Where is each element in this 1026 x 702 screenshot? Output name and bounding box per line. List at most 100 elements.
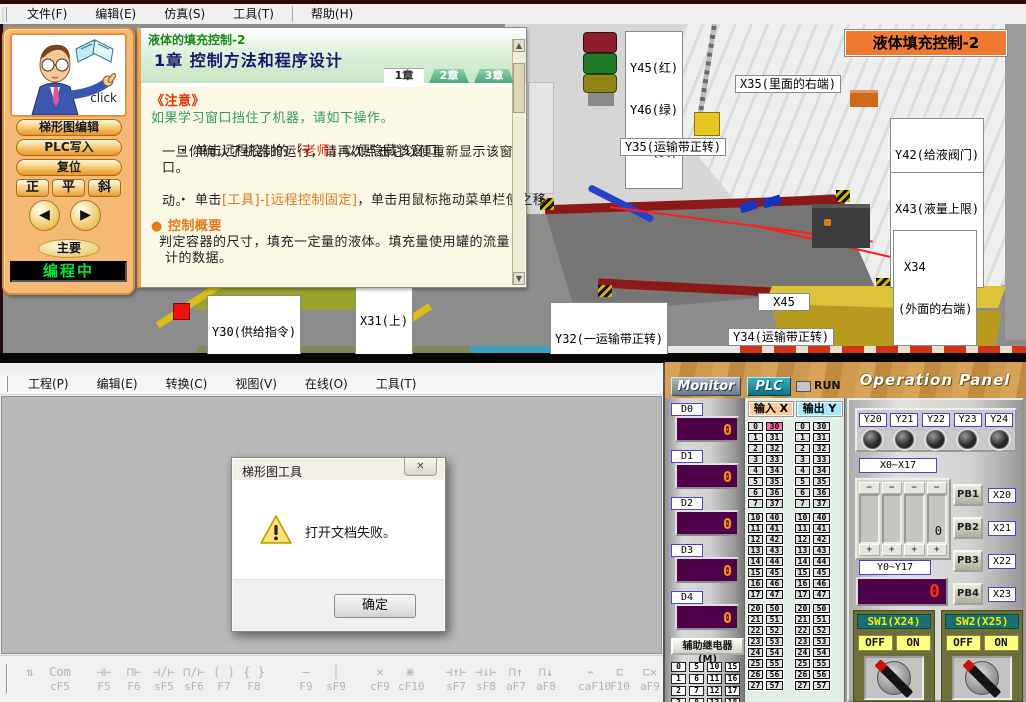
- menubar-grip[interactable]: [2, 7, 7, 22]
- ladder-tool-button[interactable]: ✕cF9: [368, 665, 392, 693]
- ladder-symbol-icon: Com: [48, 665, 72, 680]
- ladder-tool-button[interactable]: ⌁caF10: [578, 665, 602, 693]
- io-row: 12421242: [748, 535, 833, 544]
- ladder-edit-button[interactable]: 梯形图编辑: [16, 119, 122, 136]
- ladder-tool-button[interactable]: ⋇cF10: [398, 665, 422, 693]
- ladder-menu-item[interactable]: 在线(O): [291, 374, 362, 394]
- scroll-down-icon[interactable]: ▼: [513, 272, 525, 285]
- ladder-tool-button[interactable]: ⊏F10: [608, 665, 632, 693]
- push-button[interactable]: PB2: [953, 517, 983, 539]
- rotary-switch[interactable]: [952, 656, 1012, 700]
- view-front-button[interactable]: 正: [16, 179, 49, 197]
- dsw-plus-button[interactable]: +: [927, 544, 948, 556]
- ladder-tool-button[interactable]: ⊓⊢F6: [122, 665, 146, 693]
- m-relay-cell[interactable]: 8: [689, 698, 704, 702]
- menu-separator: [292, 6, 293, 22]
- aux-relay-button[interactable]: 辅助继电器(M): [671, 638, 744, 655]
- ladder-tool-button[interactable]: ⊣⊢F5: [92, 665, 116, 693]
- m-relay-cell[interactable]: 13: [707, 698, 722, 702]
- menubar-item[interactable]: 文件(F): [13, 4, 81, 24]
- m-relay-cell[interactable]: 12: [707, 686, 722, 696]
- m-relay-cell[interactable]: 1: [671, 674, 686, 684]
- dialog-close-button[interactable]: ✕: [404, 458, 437, 476]
- dsw-plus-button[interactable]: +: [859, 544, 880, 556]
- label-line: Y32(一运输带正转): [555, 332, 663, 346]
- ladder-tool-button[interactable]: ⊓↓aF8: [534, 665, 558, 693]
- input-cell: 10: [748, 513, 763, 522]
- prev-button[interactable]: ◀: [29, 200, 60, 231]
- push-button[interactable]: PB1: [953, 484, 983, 506]
- scrollbar-thumb[interactable]: [513, 63, 525, 113]
- ladder-symbol-icon: ( ): [212, 665, 236, 680]
- ladder-tool-button[interactable]: ⊣/⊢sF5: [152, 665, 176, 693]
- rotary-switch[interactable]: [864, 656, 924, 700]
- toolbar-grip[interactable]: [6, 664, 8, 694]
- label-line: X31(上): [360, 314, 408, 328]
- main-button[interactable]: 主要: [38, 239, 100, 258]
- menubar-item[interactable]: 仿真(S): [150, 4, 219, 24]
- ladder-tool-button[interactable]: ⊓↑aF7: [504, 665, 528, 693]
- main-menubar: 文件(F)编辑(E)仿真(S)工具(T) 帮助(H): [0, 4, 1026, 25]
- ladder-symbol-icon: ✕: [368, 665, 392, 680]
- ladder-tool-button[interactable]: ⊣↑⊢sF7: [444, 665, 468, 693]
- io-row: 535535: [748, 477, 833, 486]
- ladder-tool-button[interactable]: —F9: [294, 665, 318, 693]
- m-relay-cell[interactable]: 15: [725, 662, 740, 672]
- dsw-minus-button[interactable]: −: [859, 482, 880, 494]
- ladder-tool-button[interactable]: ⊏✕aF9: [638, 665, 662, 693]
- tab-chapter2[interactable]: 2章: [429, 69, 469, 83]
- plc-write-button[interactable]: PLC写入: [16, 139, 122, 156]
- push-button[interactable]: PB3: [953, 550, 983, 572]
- ok-button[interactable]: 确定: [334, 594, 416, 618]
- view-oblique-button[interactable]: 斜: [88, 179, 121, 197]
- dsw-minus-button[interactable]: −: [904, 482, 925, 494]
- ladder-menu-item[interactable]: 转换(C): [152, 374, 222, 394]
- dsw-minus-button[interactable]: −: [927, 482, 948, 494]
- m-relay-cell[interactable]: 7: [689, 686, 704, 696]
- m-relay-cell[interactable]: 2: [671, 686, 686, 696]
- dsw-plus-button[interactable]: +: [904, 544, 925, 556]
- ladder-tool-button[interactable]: { }F8: [242, 665, 266, 693]
- m-relay-cell[interactable]: 17: [725, 686, 740, 696]
- m-relay-cell[interactable]: 3: [671, 698, 686, 702]
- m-relay-cell[interactable]: 16: [725, 674, 740, 684]
- menubar-item[interactable]: 工具(T): [219, 4, 288, 24]
- ladder-menubar-grip[interactable]: [3, 376, 8, 392]
- m-relay-cell[interactable]: 6: [689, 674, 704, 684]
- tab-chapter1[interactable]: 1章: [384, 69, 424, 83]
- plc-header: PLC: [747, 377, 791, 396]
- teacher-image[interactable]: click: [10, 33, 127, 117]
- ladder-tool-button[interactable]: │sF9: [324, 665, 348, 693]
- menubar-item[interactable]: 帮助(H): [297, 4, 367, 24]
- ladder-tool-button[interactable]: ⊣↓⊢sF8: [474, 665, 498, 693]
- ladder-symbol-icon: { }: [242, 665, 266, 680]
- m-relay-cell[interactable]: 5: [689, 662, 704, 672]
- input-cell: 36: [766, 488, 783, 497]
- ladder-tool-button[interactable]: ComcF5: [48, 665, 72, 693]
- ladder-menu-item[interactable]: 工程(P): [14, 374, 83, 394]
- dsw-plus-button[interactable]: +: [882, 544, 903, 556]
- view-flat-button[interactable]: 平: [52, 179, 85, 197]
- ladder-tool-button[interactable]: ⇅: [18, 665, 42, 693]
- push-button[interactable]: PB4: [953, 583, 983, 605]
- m-relay-cell[interactable]: 18: [725, 698, 740, 702]
- reset-button[interactable]: 复位: [16, 159, 122, 176]
- label-line: (外面的右端): [898, 302, 972, 316]
- ladder-tool-button[interactable]: ( )F7: [212, 665, 236, 693]
- dsw-minus-button[interactable]: −: [882, 482, 903, 494]
- m-relay-cell[interactable]: 0: [671, 662, 686, 672]
- input-cell: 50: [766, 604, 783, 613]
- m-relay-cell[interactable]: 11: [707, 674, 722, 684]
- next-button[interactable]: ▶: [70, 200, 101, 231]
- menubar-item[interactable]: 编辑(E): [81, 4, 150, 24]
- scroll-up-icon[interactable]: ▲: [513, 39, 525, 52]
- ladder-menu-item[interactable]: 工具(T): [362, 374, 431, 394]
- ladder-menu-item[interactable]: 视图(V): [221, 374, 291, 394]
- tab-chapter3[interactable]: 3章: [474, 69, 514, 83]
- ladder-menu-item[interactable]: 编辑(E): [83, 374, 152, 394]
- lamp-label: Y22: [922, 413, 950, 427]
- output-cell: 23: [795, 637, 810, 646]
- ladder-tool-button[interactable]: ⊓/⊢sF6: [182, 665, 206, 693]
- io-row: 22522252: [748, 626, 833, 635]
- m-relay-cell[interactable]: 10: [707, 662, 722, 672]
